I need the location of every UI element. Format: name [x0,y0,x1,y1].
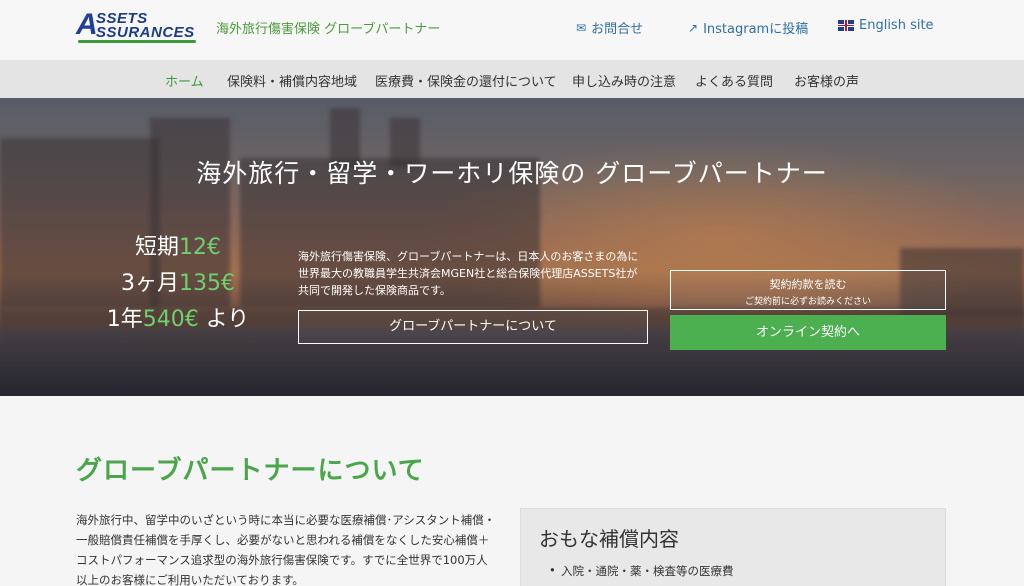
nav-faq[interactable]: よくある質問 [695,71,773,90]
read-terms-label: 契約約款を読む [769,278,847,291]
site-tagline: 海外旅行傷害保険 グローブパートナー [216,22,441,37]
about-globe-partner-button[interactable]: グローブパートナーについて [298,310,648,344]
uk-flag-icon [838,20,854,31]
read-terms-button[interactable]: 契約約款を読む ご契約前に必ずお読みください [670,270,946,310]
read-terms-sub: ご契約前に必ずお読みください [744,297,871,307]
hero-title: 海外旅行・留学・ワーホリ保険の グローブパートナー [196,159,828,188]
nav-medical-refund[interactable]: 医療費・保険金の還付について [375,71,557,90]
assets-assurances-logo[interactable]: A SSETS SSURANCES [76,8,200,44]
about-text: 海外旅行中、留学中のいざという時に本当に必要な医療補償･アシスタント補償・一般賠… [76,513,496,586]
coverage-title: おもな補償内容 [539,527,679,551]
mail-icon: ✉ [576,20,587,35]
logo-swoosh [78,40,196,43]
price-list: 短期12€ 3ヶ月135€ 1年540€ より [88,230,268,338]
coverage-item: 入院・通院・薬・検査等の医療費 [549,563,733,579]
price-1-year: 1年540€ より [106,307,250,332]
hero-banner: 海外旅行・留学・ワーホリ保険の グローブパートナー 短期12€ 3ヶ月135€ … [0,98,1024,396]
nav-testimonials[interactable]: お客様の声 [794,71,859,90]
english-site-link[interactable]: English site [838,18,934,33]
price-3-months: 3ヶ月135€ [121,271,235,296]
online-contract-button[interactable]: オンライン契約へ [670,315,946,350]
hero-description: 海外旅行傷害保険、グローブパートナーは、日本人のお客さまの為に世界最大の教職員学… [298,250,639,297]
main-nav: ホーム 保険料・補償内容地域 医療費・保険金の還付について 申し込み時の注意 よ… [0,60,1024,98]
logo-line2: SSURANCES [96,24,195,41]
nav-home[interactable]: ホーム [165,71,204,90]
about-section-title: グローブパートナーについて [76,456,425,486]
contact-link[interactable]: ✉ お問合せ [576,18,643,38]
instagram-link[interactable]: ↗ Instagramに投稿 [688,18,808,38]
top-header: A SSETS SSURANCES 海外旅行傷害保険 グローブパートナー ✉ お… [0,0,1024,60]
nav-premium-coverage[interactable]: 保険料・補償内容地域 [227,71,357,90]
price-short-term: 短期12€ [134,235,221,260]
coverage-panel: おもな補償内容 入院・通院・薬・検査等の医療費 [520,508,946,586]
nav-application-notes[interactable]: 申し込み時の注意 [572,71,676,90]
share-icon: ↗ [688,20,699,35]
